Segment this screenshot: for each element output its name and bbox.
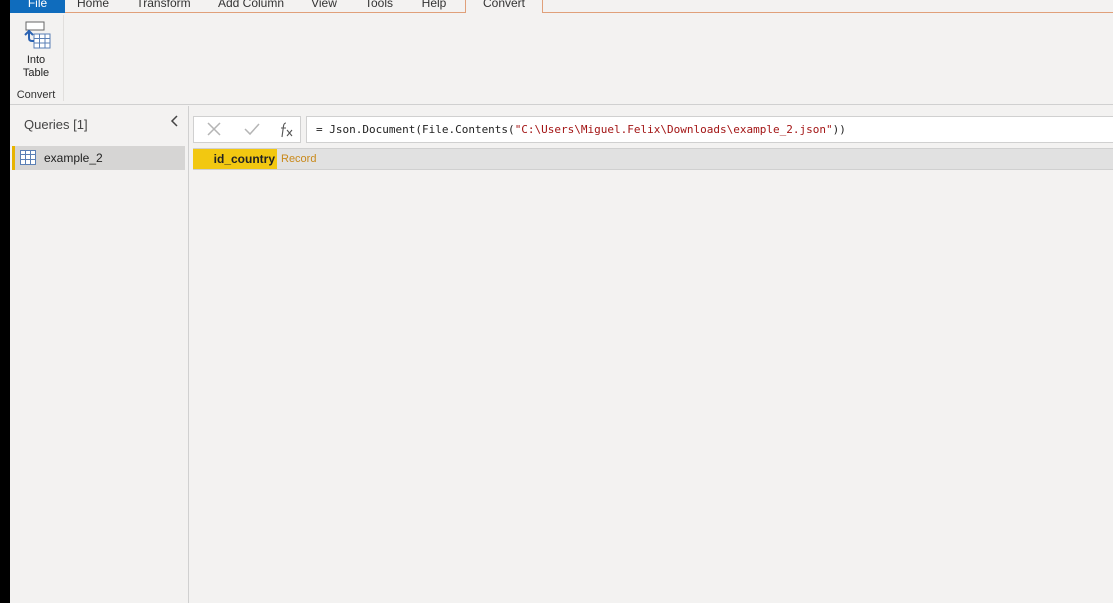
close-icon[interactable] <box>206 120 222 143</box>
tab-file[interactable]: File <box>10 0 65 13</box>
ribbon-group-convert: Convert <box>16 89 56 101</box>
query-item-label: example_2 <box>44 151 103 165</box>
formula-prefix: = Json.Document(File.Contents( <box>316 123 515 136</box>
formula-bar: = Json.Document(File.Contents("C:\Users\… <box>193 116 1113 143</box>
ribbon: Into Table Convert <box>10 13 1113 105</box>
table-icon <box>20 150 36 168</box>
tab-home[interactable]: Home <box>72 0 114 13</box>
tab-transform[interactable]: Transform <box>131 0 196 13</box>
into-table-button[interactable]: Into Table <box>14 19 58 80</box>
tab-tools[interactable]: Tools <box>359 0 399 13</box>
record-field-name[interactable]: id_country <box>193 149 277 169</box>
tab-help[interactable]: Help <box>416 0 452 13</box>
tab-convert[interactable]: Convert <box>465 0 543 14</box>
formula-path-string: "C:\Users\Miguel.Felix\Downloads\example… <box>514 123 833 136</box>
into-table-label-line1: Into <box>26 54 46 66</box>
queries-pane: Queries [1] example_2 <box>10 106 189 603</box>
into-table-label-line2: Table <box>22 67 50 79</box>
ribbon-group-divider <box>63 15 64 101</box>
check-icon[interactable] <box>244 120 260 143</box>
chevron-left-icon[interactable] <box>170 114 180 131</box>
formula-buttons <box>193 116 301 143</box>
query-item-example-2[interactable]: example_2 <box>12 146 185 170</box>
queries-title: Queries [1] <box>24 117 88 132</box>
formula-suffix: )) <box>832 123 846 136</box>
into-table-icon <box>20 21 52 54</box>
record-row: id_country Record <box>193 148 1113 170</box>
formula-input[interactable]: = Json.Document(File.Contents("C:\Users\… <box>306 116 1113 143</box>
fx-icon[interactable] <box>279 121 295 143</box>
record-value-link[interactable]: Record <box>281 149 316 169</box>
ribbon-tab-bar: File Home Transform Add Column View Tool… <box>10 0 1113 14</box>
left-edge <box>0 0 10 603</box>
tab-add-column[interactable]: Add Column <box>213 0 289 13</box>
tab-view[interactable]: View <box>306 0 342 13</box>
